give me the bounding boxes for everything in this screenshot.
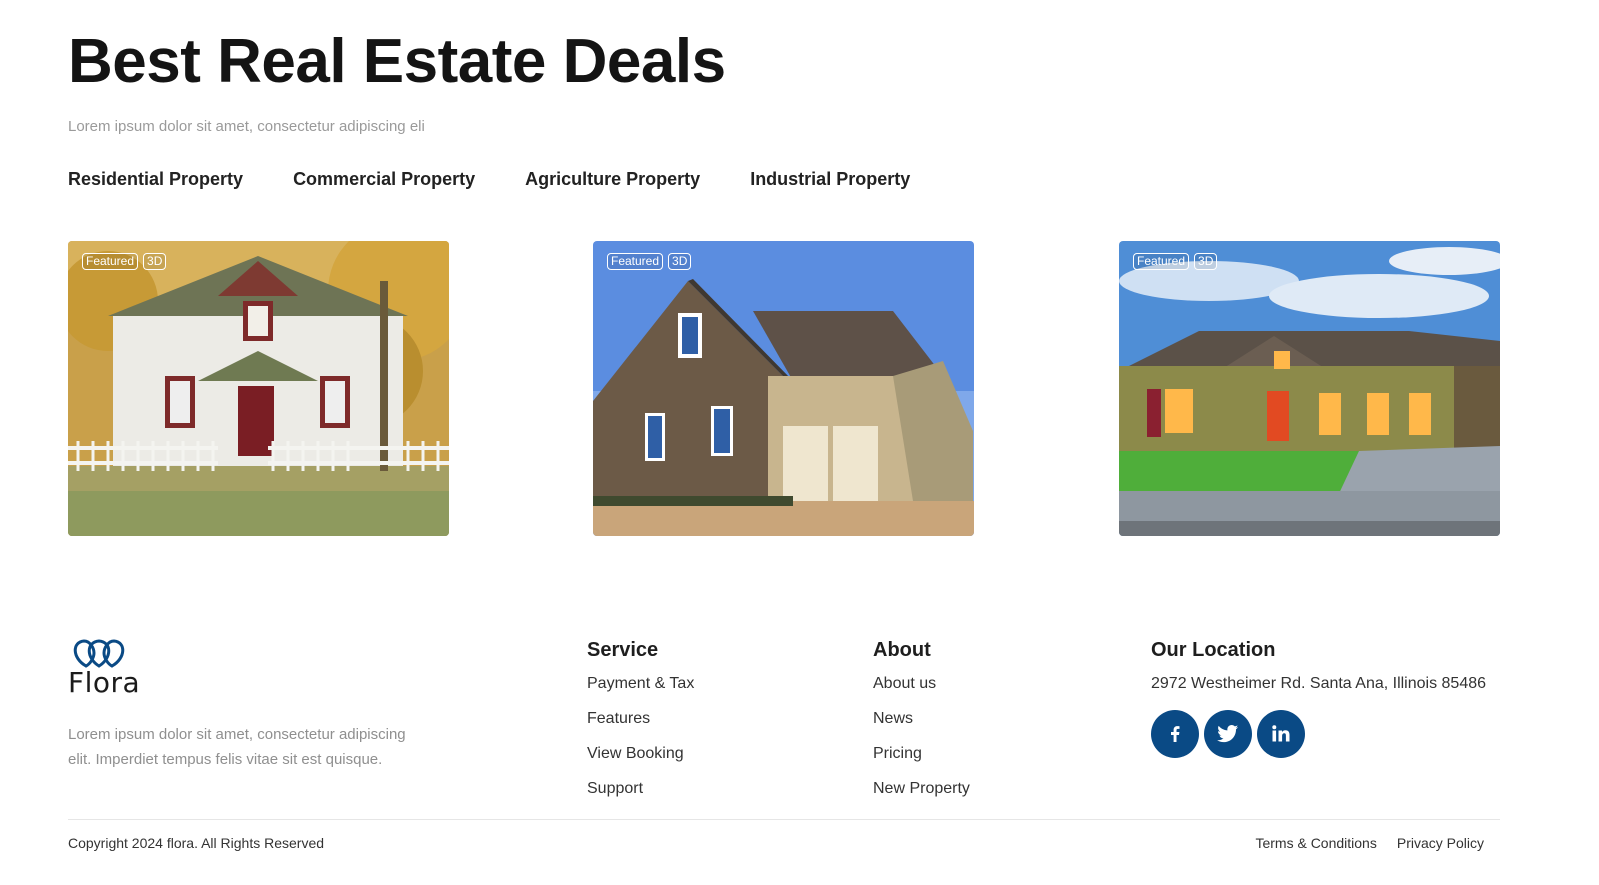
featured-badge: Featured (607, 253, 664, 270)
footer-link-payment-tax[interactable]: Payment & Tax (587, 674, 694, 694)
footer-link-about-us[interactable]: About us (873, 674, 970, 694)
3d-badge: 3D (668, 253, 692, 270)
property-image (593, 241, 974, 536)
featured-badge: Featured (1133, 253, 1190, 270)
property-card[interactable]: Featured 3D (1119, 241, 1500, 536)
tab-residential[interactable]: Residential Property (68, 168, 243, 190)
property-image (68, 241, 449, 536)
tab-industrial[interactable]: Industrial Property (750, 168, 910, 190)
logo-text: Flora (68, 666, 141, 699)
privacy-link[interactable]: Privacy Policy (1397, 835, 1484, 851)
tab-commercial[interactable]: Commercial Property (293, 168, 475, 190)
tab-agriculture[interactable]: Agriculture Property (525, 168, 700, 190)
footer-link-news[interactable]: News (873, 709, 970, 729)
linkedin-icon (1272, 725, 1290, 742)
property-image (1119, 241, 1500, 536)
featured-badge: Featured (82, 253, 139, 270)
badges: Featured 3D (607, 253, 692, 270)
flora-logo-icon (73, 639, 125, 668)
terms-link[interactable]: Terms & Conditions (1255, 835, 1376, 851)
property-cards: Featured 3D Featured 3D Featured 3D (68, 241, 1500, 536)
location-title: Our Location (1151, 639, 1276, 661)
flora-logo[interactable]: Flora (68, 636, 140, 699)
location-column: Our Location 2972 Westheimer Rd. Santa A… (1151, 638, 1486, 758)
property-card[interactable]: Featured 3D (68, 241, 449, 536)
service-column: Service Payment & Tax Features View Book… (587, 638, 694, 814)
service-title: Service (587, 639, 659, 661)
3d-badge: 3D (1194, 253, 1218, 270)
facebook-button[interactable] (1151, 710, 1199, 758)
badges: Featured 3D (1133, 253, 1218, 270)
twitter-icon (1217, 725, 1239, 743)
property-card[interactable]: Featured 3D (593, 241, 974, 536)
footer-description: Lorem ipsum dolor sit amet, consectetur … (68, 726, 406, 768)
address: 2972 Westheimer Rd. Santa Ana, Illinois … (1151, 675, 1487, 692)
linkedin-button[interactable] (1257, 710, 1305, 758)
legal-links: Terms & Conditions Privacy Policy (1255, 835, 1484, 851)
copyright: Copyright 2024 flora. All Rights Reserve… (68, 835, 325, 851)
page-subtitle: Lorem ipsum dolor sit amet, consectetur … (68, 118, 425, 135)
about-column: About About us News Pricing New Property (873, 638, 970, 814)
footer-divider (68, 819, 1500, 820)
page-title: Best Real Estate Deals (68, 27, 726, 96)
3d-badge: 3D (143, 253, 167, 270)
badges: Featured 3D (82, 253, 167, 270)
footer-link-pricing[interactable]: Pricing (873, 744, 970, 764)
property-tabs: Residential Property Commercial Property… (68, 168, 910, 190)
social-links (1151, 710, 1486, 758)
footer-link-features[interactable]: Features (587, 709, 694, 729)
footer-link-support[interactable]: Support (587, 779, 694, 799)
footer-link-view-booking[interactable]: View Booking (587, 744, 694, 764)
facebook-icon (1171, 726, 1180, 742)
twitter-button[interactable] (1204, 710, 1252, 758)
footer-link-new-property[interactable]: New Property (873, 779, 970, 799)
about-title: About (873, 639, 931, 661)
